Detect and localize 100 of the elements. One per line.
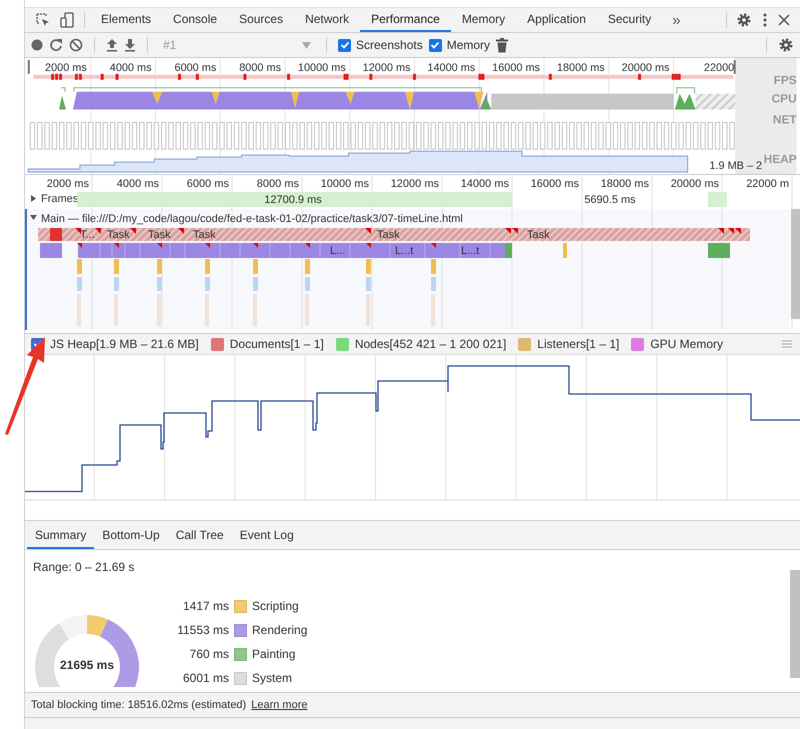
tick-label: 2000 ms xyxy=(45,62,87,74)
reload-icon[interactable] xyxy=(49,38,63,52)
heap-range-label: 1.9 MB – 2 xyxy=(709,160,762,172)
inspect-icon[interactable] xyxy=(35,12,51,28)
panel-tab[interactable]: Sources xyxy=(228,8,294,32)
tick-label: 18000 ms xyxy=(556,62,605,74)
check-icon xyxy=(340,40,350,50)
task-label: Task xyxy=(107,229,130,241)
checkbox-label: Memory xyxy=(446,38,490,52)
category-label: Painting xyxy=(252,647,296,661)
tick-label: 14000 ms xyxy=(460,178,509,190)
task-label: T... xyxy=(80,229,95,241)
range-label: Range: 0 – 21.69 s xyxy=(33,560,136,574)
tick-label: 22000 m xyxy=(746,178,789,190)
range-handle[interactable] xyxy=(734,60,736,74)
counter-checkbox[interactable] xyxy=(631,338,644,350)
caret-icon xyxy=(302,42,311,48)
blocking-time-text: Total blocking time: 18516.02ms (estimated) xyxy=(31,699,246,711)
panel-tab[interactable]: Elements xyxy=(90,8,162,32)
checkbox[interactable] xyxy=(428,38,442,52)
expand-arrow-icon[interactable] xyxy=(31,195,36,202)
clear-icon[interactable] xyxy=(69,38,83,52)
task-label: Task xyxy=(377,229,400,241)
lane-label: NET xyxy=(772,112,797,126)
counter-checkbox[interactable] xyxy=(336,338,349,350)
task-label: L...t xyxy=(461,245,480,257)
lane-label: CPU xyxy=(772,92,797,106)
tick-label: 20000 ms xyxy=(670,178,719,190)
view-tab[interactable]: Bottom-Up xyxy=(94,523,168,549)
tick-label: 16000 ms xyxy=(492,62,540,74)
tick-label: 10000 ms xyxy=(298,62,346,74)
frame-bar xyxy=(708,192,727,207)
learn-more-link[interactable]: Learn more xyxy=(251,699,308,711)
settings-icon[interactable] xyxy=(736,12,752,28)
panel-tab[interactable]: Console xyxy=(162,8,228,32)
tick-label: 8000 ms xyxy=(239,62,282,74)
scrollbar[interactable] xyxy=(791,209,800,319)
category-time: 760 ms xyxy=(188,647,229,661)
trash-icon[interactable] xyxy=(496,38,508,52)
category-label: System xyxy=(252,671,292,685)
panel-tab[interactable]: Network xyxy=(294,8,360,32)
task-label: Task xyxy=(193,229,216,241)
view-tab[interactable]: Event Log xyxy=(232,523,302,549)
counter-label: Documents[1 – 1] xyxy=(230,337,324,351)
checkbox-label: Screenshots xyxy=(356,38,423,52)
tick-label: 16000 ms xyxy=(530,178,579,190)
range-handle[interactable] xyxy=(28,60,30,74)
counter-label: Listeners[1 – 1] xyxy=(537,337,620,351)
counter-checkbox[interactable] xyxy=(518,338,532,350)
upload-icon[interactable] xyxy=(106,38,118,52)
category-label: Scripting xyxy=(252,599,299,613)
tick-label: 6000 ms xyxy=(186,178,229,190)
settings-icon[interactable] xyxy=(778,37,794,53)
category-time: 6001 ms xyxy=(182,671,229,685)
expand-arrow-icon[interactable] xyxy=(30,215,37,220)
tick-label: 2000 ms xyxy=(46,178,89,190)
task-label: Task xyxy=(527,229,550,241)
total-time: 21695 ms xyxy=(58,658,116,672)
tick-label: 4000 ms xyxy=(110,62,152,74)
track-label: Main — file:///D:/my_code/lagou/code/fed-e-task-01-02/practice/task3/07-timeLine.html xyxy=(41,213,463,225)
task-label: Task xyxy=(148,229,171,241)
category-time: 1417 ms xyxy=(182,599,229,613)
frame-duration: 12700.9 ms xyxy=(264,194,322,206)
counter-label: GPU Memory xyxy=(650,337,724,351)
painting-bar xyxy=(505,243,512,258)
rendering-bar xyxy=(40,243,62,258)
view-tab[interactable]: Summary xyxy=(27,523,94,549)
counter-label: JS Heap[1.9 MB – 21.6 MB] xyxy=(50,337,199,351)
scripting-bar xyxy=(563,243,567,258)
category-time: 11553 ms xyxy=(176,623,229,637)
tick-label: 8000 ms xyxy=(256,178,299,190)
tick-label: 20000 ms xyxy=(622,62,670,74)
check-icon xyxy=(32,339,42,349)
view-tab[interactable]: Call Tree xyxy=(168,523,232,549)
device-icon[interactable] xyxy=(59,12,75,28)
scrollbar[interactable] xyxy=(790,570,800,678)
tick-label: 4000 ms xyxy=(116,178,159,190)
painting-bar xyxy=(708,243,730,258)
track-label: Frames xyxy=(41,193,78,205)
check-icon xyxy=(430,40,440,50)
tick-label: 22000 xyxy=(704,62,734,74)
checkbox[interactable] xyxy=(338,38,351,52)
more-tabs-button[interactable]: » xyxy=(662,12,691,28)
tick-label: 10000 ms xyxy=(320,178,369,190)
tick-label: 12000 ms xyxy=(362,62,411,74)
panel-tab[interactable]: Application xyxy=(516,8,597,32)
close-icon[interactable] xyxy=(778,14,790,26)
frame-duration: 5690.5 ms xyxy=(584,194,636,206)
counter-label: Nodes[452 421 – 1 200 021] xyxy=(354,337,506,351)
category-label: Rendering xyxy=(252,623,308,637)
record-icon[interactable] xyxy=(31,39,43,51)
panel-tab[interactable]: Memory xyxy=(450,8,516,32)
counter-checkbox[interactable] xyxy=(210,338,224,350)
tick-label: 18000 ms xyxy=(600,178,649,190)
download-icon[interactable] xyxy=(124,38,136,52)
lane-label: FPS xyxy=(774,72,797,87)
panel-tab[interactable]: Security xyxy=(596,8,662,32)
task-label: L...t xyxy=(395,245,414,257)
tick-label: 14000 ms xyxy=(427,62,476,74)
tick-label: 6000 ms xyxy=(174,62,216,74)
